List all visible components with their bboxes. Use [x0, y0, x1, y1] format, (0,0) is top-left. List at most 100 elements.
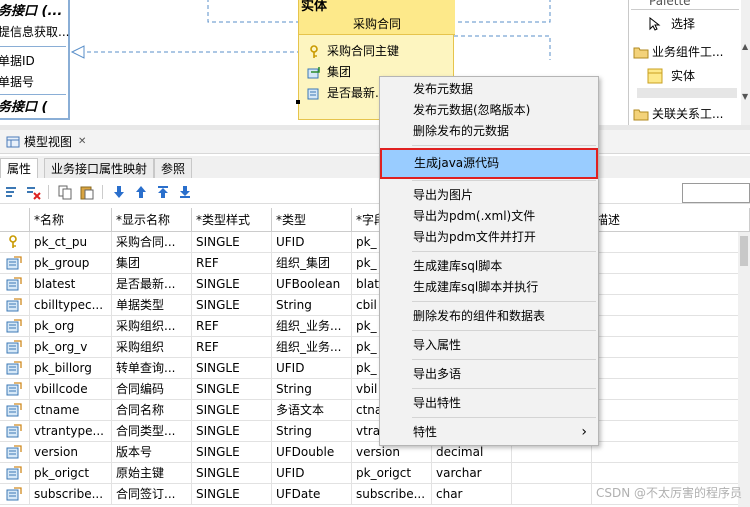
- table-cell-display[interactable]: 采购组织...: [112, 316, 192, 337]
- table-cell-style[interactable]: REF: [192, 316, 272, 337]
- selection-handle[interactable]: [296, 100, 300, 104]
- menu-item[interactable]: 生成建库sql脚本: [381, 256, 597, 277]
- table-cell-name[interactable]: blatest: [30, 274, 112, 295]
- table-cell-empty[interactable]: [592, 358, 750, 379]
- copy-icon[interactable]: [56, 183, 74, 201]
- table-row[interactable]: pk_billorg 转单查询... SINGLE UFID pk_: [0, 358, 750, 379]
- table-cell-type[interactable]: String: [272, 379, 352, 400]
- menu-item[interactable]: 特性 ›: [381, 422, 597, 443]
- table-row[interactable]: blatest 是否最新... SINGLE UFBoolean blat: [0, 274, 750, 295]
- menu-item[interactable]: 删除发布的组件和数据表: [381, 306, 597, 327]
- table-cell-style[interactable]: SINGLE: [192, 484, 272, 505]
- table-cell-empty[interactable]: [592, 316, 750, 337]
- column-header[interactable]: *类型: [272, 208, 352, 232]
- menu-item[interactable]: 导出特性: [381, 393, 597, 414]
- menu-item-generate-java[interactable]: 生成java源代码: [380, 148, 598, 179]
- menu-item[interactable]: 导出多语: [381, 364, 597, 385]
- table-cell-style[interactable]: SINGLE: [192, 295, 272, 316]
- table-cell-style[interactable]: SINGLE: [192, 442, 272, 463]
- table-cell-style[interactable]: SINGLE: [192, 421, 272, 442]
- add-attribute-icon[interactable]: [3, 183, 21, 201]
- menu-item[interactable]: 导出为pdm文件并打开: [381, 227, 597, 248]
- table-cell-type[interactable]: UFBoolean: [272, 274, 352, 295]
- table-cell-field[interactable]: subscribe...: [352, 484, 432, 505]
- table-cell-empty[interactable]: [592, 400, 750, 421]
- filter-input[interactable]: [682, 183, 750, 203]
- table-cell-style[interactable]: REF: [192, 337, 272, 358]
- table-row[interactable]: version 版本号 SINGLE UFDouble version decimal: [0, 442, 750, 463]
- table-cell-empty[interactable]: [512, 484, 592, 505]
- table-cell-display[interactable]: 单据类型: [112, 295, 192, 316]
- table-cell-display[interactable]: 转单查询...: [112, 358, 192, 379]
- close-icon[interactable]: ✕: [78, 130, 86, 154]
- table-cell-empty[interactable]: [592, 274, 750, 295]
- table-cell-style[interactable]: SINGLE: [192, 400, 272, 421]
- table-cell-name[interactable]: pk_billorg: [30, 358, 112, 379]
- table-cell-name[interactable]: pk_ct_pu: [30, 232, 112, 253]
- table-cell-style[interactable]: REF: [192, 253, 272, 274]
- table-cell-type[interactable]: 组织_集团: [272, 253, 352, 274]
- move-down-icon[interactable]: [110, 183, 128, 201]
- table-row[interactable]: pk_org_v 采购组织 REF 组织_业务... pk_: [0, 337, 750, 358]
- table-row[interactable]: pk_origct 原始主键 SINGLE UFID pk_origct varchar: [0, 463, 750, 484]
- delete-attribute-icon[interactable]: [24, 183, 42, 201]
- menu-item[interactable]: 导出为图片: [381, 185, 597, 206]
- table-cell-type[interactable]: 组织_业务...: [272, 316, 352, 337]
- scroll-down-icon[interactable]: ▼: [742, 92, 750, 106]
- menu-item[interactable]: 导出为pdm(.xml)文件: [381, 206, 597, 227]
- table-cell-display[interactable]: 原始主键: [112, 463, 192, 484]
- entity-attribute[interactable]: 采购合同主键: [307, 41, 399, 62]
- column-header[interactable]: *名称: [30, 208, 112, 232]
- palette-group-components[interactable]: 业务组件工...: [633, 42, 723, 62]
- table-cell-type[interactable]: UFID: [272, 232, 352, 253]
- table-cell-type[interactable]: UFID: [272, 358, 352, 379]
- palette-item-select[interactable]: 选择: [647, 14, 695, 34]
- table-cell-empty[interactable]: [592, 295, 750, 316]
- table-row[interactable]: vbillcode 合同编码 SINGLE String vbil: [0, 379, 750, 400]
- table-cell-type[interactable]: UFDate: [272, 484, 352, 505]
- column-header[interactable]: 描述: [592, 208, 750, 232]
- table-cell-empty[interactable]: [592, 442, 750, 463]
- table-row[interactable]: cbilltypec... 单据类型 SINGLE String cbil: [0, 295, 750, 316]
- table-cell-name[interactable]: pk_origct: [30, 463, 112, 484]
- table-cell-name[interactable]: pk_group: [30, 253, 112, 274]
- tab-interface-mapping[interactable]: 业务接口属性映射: [44, 158, 155, 178]
- menu-item[interactable]: 删除发布的元数据: [381, 121, 597, 142]
- table-cell-name[interactable]: subscribe...: [30, 484, 112, 505]
- table-cell-name[interactable]: version: [30, 442, 112, 463]
- move-bottom-icon[interactable]: [176, 183, 194, 201]
- table-row[interactable]: pk_ct_pu 采购合同... SINGLE UFID pk_: [0, 232, 750, 253]
- table-cell-empty[interactable]: [592, 379, 750, 400]
- table-row[interactable]: pk_group 集团 REF 组织_集团 pk_: [0, 253, 750, 274]
- move-top-icon[interactable]: [154, 183, 172, 201]
- table-cell-field[interactable]: pk_origct: [352, 463, 432, 484]
- menu-item[interactable]: 生成建库sql脚本并执行: [381, 277, 597, 298]
- table-cell-type[interactable]: String: [272, 295, 352, 316]
- table-cell-display[interactable]: 采购组织: [112, 337, 192, 358]
- table-scrollbar[interactable]: [738, 232, 750, 507]
- menu-item[interactable]: 发布元数据(忽略版本): [381, 100, 597, 121]
- table-cell-type[interactable]: UFID: [272, 463, 352, 484]
- palette-group-relations[interactable]: 关联关系工...: [633, 104, 723, 124]
- table-cell-empty[interactable]: [592, 232, 750, 253]
- table-cell-display[interactable]: 合同类型...: [112, 421, 192, 442]
- table-cell-style[interactable]: SINGLE: [192, 463, 272, 484]
- table-row[interactable]: ctname 合同名称 SINGLE 多语文本 ctna: [0, 400, 750, 421]
- tab-properties[interactable]: 属性: [0, 158, 39, 178]
- column-header[interactable]: *类型样式: [192, 208, 272, 232]
- move-up-icon[interactable]: [132, 183, 150, 201]
- table-cell-display[interactable]: 集团: [112, 253, 192, 274]
- table-row[interactable]: vtrantype... 合同类型... SINGLE String vtra: [0, 421, 750, 442]
- table-cell-empty[interactable]: [592, 337, 750, 358]
- table-cell-empty[interactable]: [512, 463, 592, 484]
- table-cell-style[interactable]: SINGLE: [192, 232, 272, 253]
- table-cell-empty[interactable]: [592, 253, 750, 274]
- table-cell-display[interactable]: 是否最新...: [112, 274, 192, 295]
- table-cell-name[interactable]: vbillcode: [30, 379, 112, 400]
- paste-icon[interactable]: [78, 183, 96, 201]
- table-cell-empty[interactable]: [592, 463, 750, 484]
- entity-attribute[interactable]: 是否最新...: [307, 83, 386, 104]
- table-cell-display[interactable]: 合同名称: [112, 400, 192, 421]
- palette-item-entity[interactable]: 实体: [647, 66, 695, 86]
- table-cell-dbtype[interactable]: char: [432, 484, 512, 505]
